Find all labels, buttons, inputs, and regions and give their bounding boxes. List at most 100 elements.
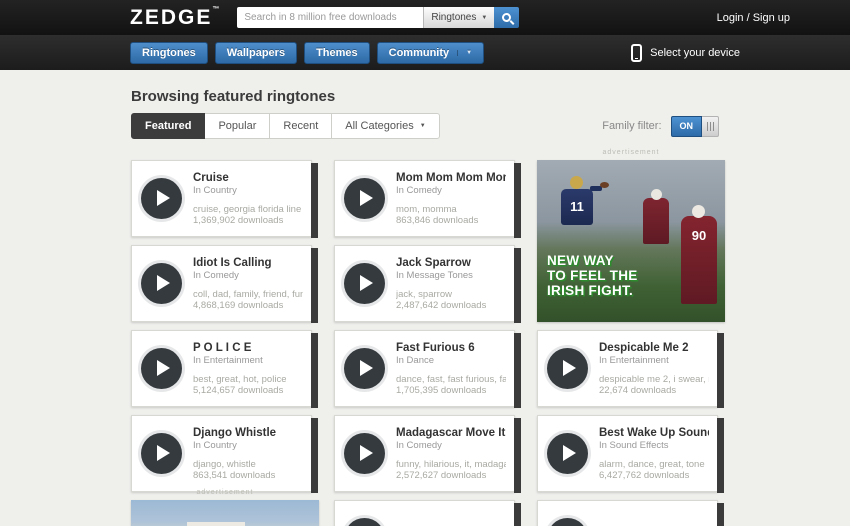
- all-categories-label: All Categories: [345, 120, 414, 132]
- play-icon: [157, 360, 170, 376]
- play-icon: [563, 360, 576, 376]
- tab-featured[interactable]: Featured: [131, 113, 206, 139]
- advertisement-banner[interactable]: advertisement: [131, 489, 319, 526]
- ad-headline-line: NEW WAY: [547, 252, 614, 268]
- ringtone-category[interactable]: In Message Tones: [396, 270, 486, 281]
- ringtone-category[interactable]: In Comedy: [193, 270, 303, 281]
- ringtone-category[interactable]: In Country: [193, 440, 276, 451]
- ringtone-info: Despicable Me 2 In Entertainment despica…: [599, 342, 709, 396]
- play-icon: [360, 190, 373, 206]
- play-button[interactable]: [547, 433, 588, 474]
- play-button[interactable]: [344, 433, 385, 474]
- ringtone-title[interactable]: Madagascar Move It: [396, 427, 506, 439]
- ringtone-category[interactable]: In Entertainment: [599, 355, 709, 366]
- play-button[interactable]: [547, 348, 588, 389]
- advertisement-label: advertisement: [196, 489, 254, 496]
- main-content: Browsing featured ringtones Featured Pop…: [131, 88, 725, 526]
- ringtone-tags: mom, momma: [396, 203, 457, 215]
- tab-popular[interactable]: Popular: [204, 113, 271, 139]
- nav-wallpapers[interactable]: Wallpapers: [214, 41, 298, 64]
- family-filter-toggle: ON: [670, 115, 719, 137]
- search-box: Ringtones ▼: [237, 7, 520, 28]
- play-icon: [157, 190, 170, 206]
- play-button[interactable]: [344, 518, 385, 526]
- ringtone-card: Madagascar Move It In Comedy funny, hila…: [334, 415, 521, 493]
- ringtone-downloads: 2,487,642 downloads: [396, 299, 487, 311]
- search-category-dropdown[interactable]: Ringtones ▼: [423, 7, 495, 28]
- ringtone-title[interactable]: Despicable Me 2: [599, 342, 709, 354]
- play-button[interactable]: [141, 178, 182, 219]
- ad-headline-line: IRISH FIGHT.: [547, 282, 634, 298]
- ringtone-title[interactable]: P O L I C E: [193, 342, 286, 354]
- ringtone-tags: cruise, georgia florida line: [193, 203, 302, 215]
- play-icon: [157, 275, 170, 291]
- quarterback-figure: 11: [561, 176, 609, 225]
- family-filter-on-button[interactable]: ON: [670, 115, 702, 137]
- caret-down-icon: ▼: [419, 123, 426, 129]
- family-filter-grip-icon[interactable]: [702, 115, 719, 137]
- play-icon: [360, 445, 373, 461]
- ringtone-card: Django Whistle In Country django, whistl…: [131, 415, 318, 493]
- ringtone-card: Fast Furious 6 In Dance dance, fast, fas…: [334, 330, 521, 408]
- ringtone-card: Jack Sparrow In Message Tones jack, spar…: [334, 245, 521, 323]
- ringtone-downloads: 1,369,902 downloads: [193, 214, 284, 226]
- ringtone-downloads: 2,572,627 downloads: [396, 469, 487, 481]
- search-input[interactable]: [237, 7, 424, 28]
- ringtone-title[interactable]: Best Wake Up Sound: [599, 427, 709, 439]
- ringtone-category[interactable]: In Country: [193, 185, 301, 196]
- ringtone-category[interactable]: In Dance: [396, 355, 506, 366]
- nav-community[interactable]: Community ▼: [376, 41, 485, 64]
- ringtone-title[interactable]: Django Whistle: [193, 427, 276, 439]
- logo-text: ZEDGE: [130, 5, 213, 29]
- play-button[interactable]: [141, 348, 182, 389]
- helmet-icon: [570, 176, 583, 189]
- ringtone-category[interactable]: In Entertainment: [193, 355, 286, 366]
- select-device-label: Select your device: [650, 46, 740, 59]
- ringtone-tags: coll, dad, family, friend, fun, id...: [193, 288, 303, 300]
- family-filter: Family filter: ON: [602, 115, 719, 137]
- search-category-value: Ringtones: [431, 12, 477, 23]
- play-button[interactable]: [141, 263, 182, 304]
- ringtone-card: Ironman 2 Alram: [537, 500, 724, 526]
- ringtone-category[interactable]: In Comedy: [396, 440, 506, 451]
- ringtone-title[interactable]: Idiot Is Calling: [193, 257, 303, 269]
- ringtone-info: Mom Mom Mom Mom In Comedy mom, momma 863…: [396, 172, 506, 226]
- ringtone-downloads: 5,124,657 downloads: [193, 384, 284, 396]
- ringtone-category[interactable]: In Sound Effects: [599, 440, 709, 451]
- play-button[interactable]: [547, 518, 588, 526]
- ringtone-category[interactable]: In Comedy: [396, 185, 506, 196]
- login-signup-link[interactable]: Login / Sign up: [717, 12, 790, 24]
- ringtone-title[interactable]: Jack Sparrow: [396, 257, 486, 269]
- ringtone-title[interactable]: Cruise: [193, 172, 301, 184]
- advertisement-banner[interactable]: advertisement 11 90 NEW WAY TO FEEL THE …: [537, 149, 725, 322]
- ringtone-downloads: 1,705,395 downloads: [396, 384, 487, 396]
- ringtone-tags: best, great, hot, police: [193, 373, 287, 385]
- ringtone-card: Despicable Me 2 In Entertainment despica…: [537, 330, 724, 408]
- ringtone-grid: Cruise In Country cruise, georgia florid…: [131, 149, 725, 526]
- play-button[interactable]: [141, 433, 182, 474]
- ringtone-downloads: 6,427,762 downloads: [599, 469, 690, 481]
- play-button[interactable]: [344, 348, 385, 389]
- tab-recent[interactable]: Recent: [269, 113, 333, 139]
- nav-ringtones[interactable]: Ringtones: [130, 41, 208, 64]
- ringtone-card: Best Wake Up Sound In Sound Effects alar…: [537, 415, 724, 493]
- select-device-button[interactable]: Select your device: [631, 43, 740, 62]
- play-button[interactable]: [344, 263, 385, 304]
- ringtone-title[interactable]: Fast Furious 6: [396, 342, 506, 354]
- ad-headline: NEW WAY TO FEEL THE IRISH FIGHT.: [547, 253, 638, 298]
- phone-icon: [631, 43, 643, 62]
- advertisement-label: advertisement: [602, 149, 660, 156]
- ringtone-card: Idiot Is Calling In Comedy coll, dad, fa…: [131, 245, 318, 323]
- search-button[interactable]: [494, 7, 520, 28]
- all-categories-dropdown[interactable]: All Categories ▼: [331, 113, 440, 139]
- ringtone-title[interactable]: Mom Mom Mom Mom: [396, 172, 506, 184]
- nav-themes[interactable]: Themes: [304, 41, 370, 64]
- caret-down-icon: ▼: [481, 14, 488, 21]
- nav-community-label: Community: [388, 46, 450, 59]
- ringtone-info: Best Wake Up Sound In Sound Effects alar…: [599, 427, 709, 481]
- play-button[interactable]: [344, 178, 385, 219]
- ringtone-downloads: 4,868,169 downloads: [193, 299, 284, 311]
- football-icon: [600, 182, 609, 188]
- zedge-logo[interactable]: ZEDGE™: [130, 6, 219, 30]
- ringtone-card: Wakey Wakey Sound: [334, 500, 521, 526]
